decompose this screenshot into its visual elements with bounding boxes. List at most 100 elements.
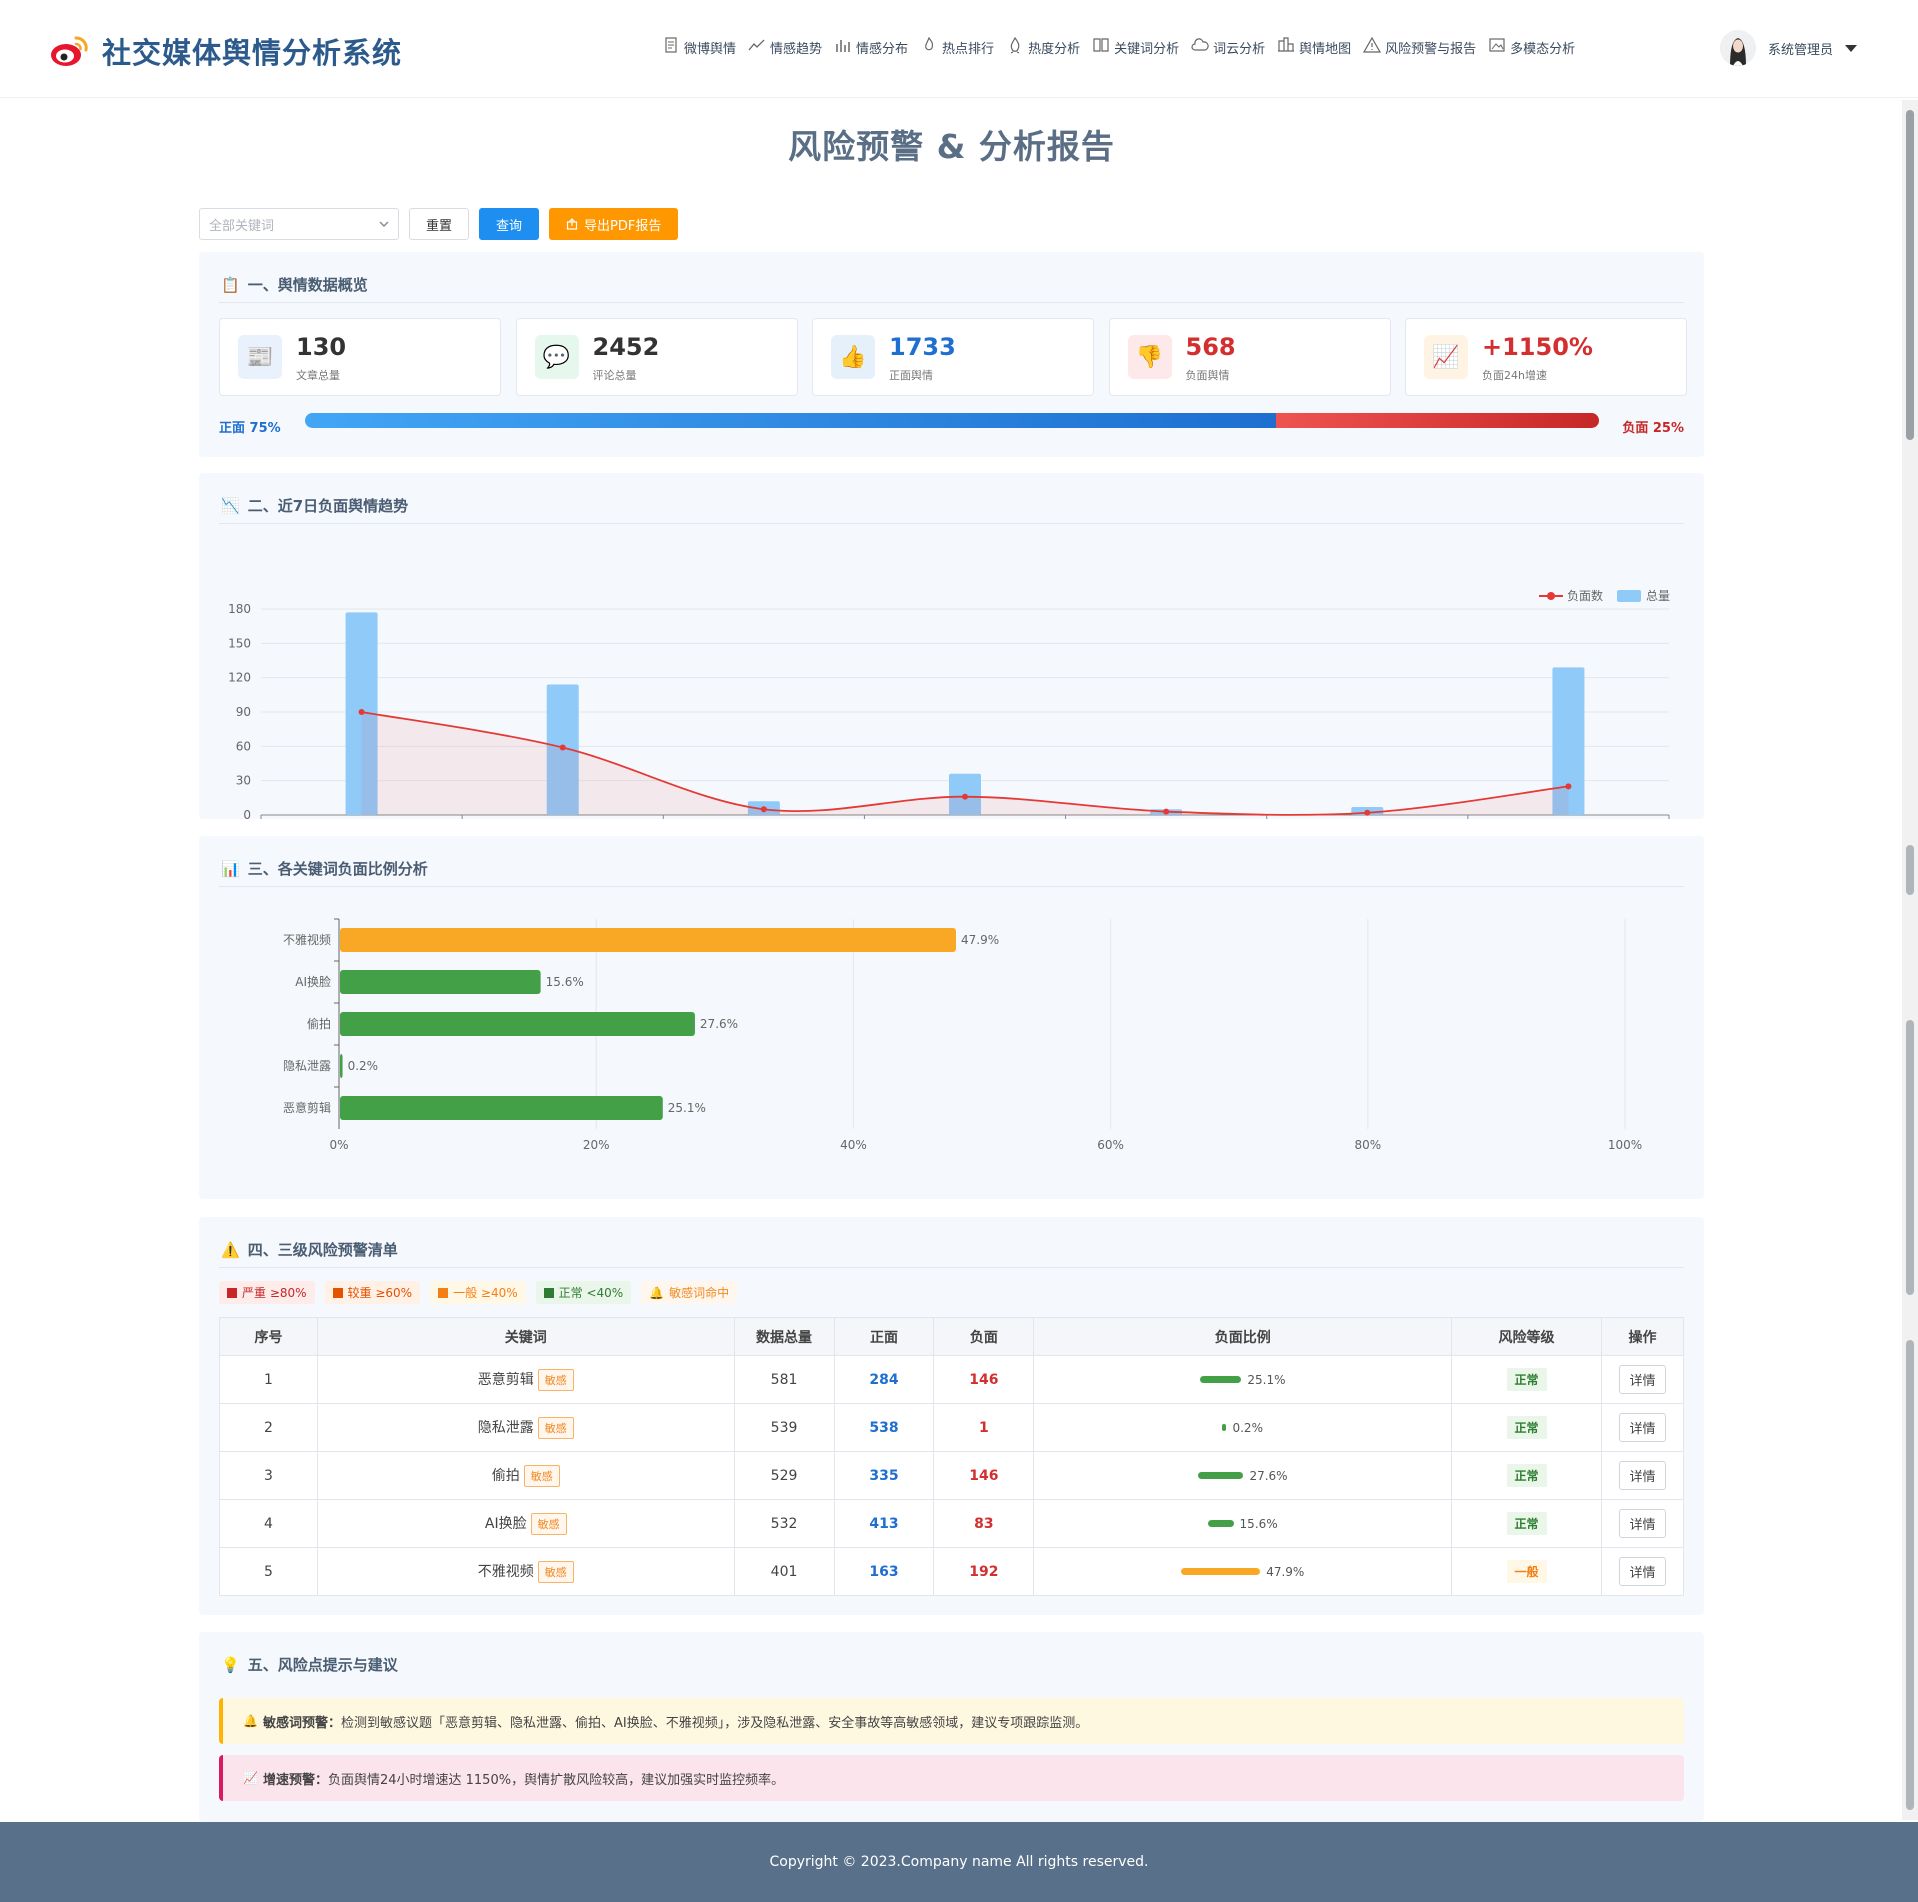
negative-count: 192 [933,1547,1035,1596]
risk-level-badge: 正常 [1506,1512,1547,1535]
action-cell: 详情 [1601,1499,1684,1548]
x-tick-label: 80% [1354,1138,1381,1152]
filter-toolbar: 全部关键词 重置 查询 导出PDF报告 [199,208,679,240]
risk-legend-label: 一般 ≥40% [453,1286,518,1300]
nav-item-6[interactable]: 词云分析 [1191,36,1265,58]
ratio-mini-bar [1181,1568,1261,1575]
risk-level-badge: 正常 [1506,1416,1547,1439]
trend-section: 📉 二、近7日负面舆情趋势 18015012090603002026-04-07… [199,473,1704,819]
y-tick-label: 60 [236,739,251,753]
scroll-thumb[interactable] [1906,110,1914,440]
bar-value-label: 15.6% [546,975,584,989]
nav-item-2[interactable]: 情感分布 [834,36,908,58]
sensitive-tag: 敏感 [537,1560,574,1583]
detail-button[interactable]: 详情 [1619,1413,1666,1442]
table-row: 1 恶意剪辑 敏感 581 284 146 25.1% 正常 详情 [219,1355,1684,1404]
positive-ratio-label: 正面 75% [219,421,281,436]
page-scrollbar[interactable] [1902,100,1918,1820]
trend-chart: 18015012090603002026-04-072026-04-082026… [228,588,1670,819]
ratio-bar [340,970,541,994]
row-index: 1 [219,1355,318,1404]
stat-label: 文章总量 [296,369,340,382]
positive-count: 538 [833,1403,935,1452]
keyword-ratio-section: 📊 三、各关键词负面比例分析 0% 20% 40% 60% 80% 100% 不雅视频 47.… [199,836,1704,1199]
query-button[interactable]: 查询 [479,208,540,240]
tip-text: 负面舆情24小时增速达 1150%，舆情扩散风险较高，建议加强实时监控频率。 [327,1772,785,1788]
nav-item-9[interactable]: 多模态分析 [1488,36,1575,58]
nav-item-0[interactable]: 微博舆情 [662,36,736,58]
tip-item: 📈 增速预警： 负面舆情24小时增速达 1150%，舆情扩散风险较高，建议加强实时监… [219,1755,1684,1801]
risk-level-cell: 正常 [1451,1451,1602,1500]
risk-legend-label: 严重 ≥80% [242,1286,307,1300]
detail-button[interactable]: 详情 [1619,1557,1666,1586]
table-row: 2 隐私泄露 敏感 539 538 1 0.2% 正常 详情 [219,1403,1684,1452]
nav-item-8[interactable]: 风险预警与报告 [1363,36,1476,58]
table-header: 负面比例 [1033,1317,1453,1356]
stat-card: 👎 568 负面舆情 [1108,318,1391,396]
nav-item-5[interactable]: 关键词分析 [1092,36,1179,58]
legend-point-marker [1547,592,1555,600]
y-tick-label: 150 [228,636,251,650]
y-tick-label: 180 [228,602,251,616]
keyword-cell: 偷拍 敏感 [316,1451,735,1500]
keyword-cell: AI换脸 敏感 [316,1499,735,1548]
app-title: 社交媒体舆情分析系统 [102,36,403,70]
keyword-select[interactable]: 全部关键词 [199,208,399,240]
risk-legend-item: 正常 <40% [535,1281,632,1304]
clipboard-icon: 📋 [221,275,240,294]
bell-icon: 🔔 [243,1714,258,1728]
sensitive-tag: 敏感 [537,1368,574,1391]
ratio-bar [340,1096,663,1120]
keyword: 偷拍 [491,1467,520,1484]
stat-card: 📈 +1150% 负面24h增速 [1405,318,1687,396]
chart-legend: 负面数 总量 [1539,588,1670,603]
nav-item-label: 情感趋势 [770,41,823,57]
x-tick-label: 60% [1097,1138,1124,1152]
ratio-cell: 15.6% [1033,1499,1453,1548]
nav-item-1[interactable]: 情感趋势 [748,36,822,58]
user-menu[interactable]: 系统管理员 [1720,30,1858,66]
keyword-cell: 隐私泄露 敏感 [316,1403,735,1452]
bar-value-label: 27.6% [700,1017,738,1031]
row-index: 2 [219,1403,318,1452]
stat-value: 568 [1185,333,1236,361]
overview-section: 📋 一、舆情数据概览 📰 130 文章总量 💬 2452 评论总量 👍 1733 正面舆情 👎 56… [199,252,1704,457]
detail-button[interactable]: 详情 [1619,1509,1666,1538]
nav-item-7[interactable]: 舆情地图 [1277,36,1351,58]
color-swatch [438,1287,449,1298]
sensitive-tag: 敏感 [523,1464,560,1487]
risk-legend-item: 🔔 敏感词命中 [641,1281,738,1304]
table-header: 风险等级 [1451,1317,1602,1356]
export-pdf-button[interactable]: 导出PDF报告 [549,208,679,240]
keyword-cell: 恶意剪辑 敏感 [316,1355,735,1404]
keyword: 恶意剪辑 [477,1371,534,1388]
table-row: 3 偷拍 敏感 529 335 146 27.6% 正常 详情 [219,1451,1684,1500]
y-tick-label: 偷拍 [307,1016,331,1031]
ratio-cell: 25.1% [1033,1355,1453,1404]
stat-label: 评论总量 [592,369,637,382]
risk-level-cell: 一般 [1451,1547,1602,1596]
nav-item-3[interactable]: 热点排行 [920,36,994,58]
negative-point [1163,808,1170,815]
reset-button[interactable]: 重置 [409,208,470,240]
table-header: 负面 [933,1317,1035,1356]
detail-button[interactable]: 详情 [1619,1461,1666,1490]
risk-legend-label: 较重 ≥60% [347,1286,413,1300]
action-cell: 详情 [1601,1451,1684,1500]
positive-count: 284 [833,1355,935,1404]
stat-value: +1150% [1482,333,1593,361]
trend-title: 📉 二、近7日负面舆情趋势 [221,496,409,516]
app-logo[interactable]: 社交媒体舆情分析系统 [50,30,402,72]
y-tick-label: 恶意剪辑 [283,1100,331,1115]
copyright-text: Copyright © 2023.Company name All rights… [769,1854,1149,1870]
keyword: 隐私泄露 [477,1419,534,1436]
book-icon [1092,36,1110,58]
ratio-label: 47.9% [1266,1564,1305,1579]
weibo-logo-icon [51,36,88,66]
export-icon [566,218,578,230]
nav-item-4[interactable]: 热度分析 [1006,36,1080,58]
total-count: 532 [733,1499,835,1548]
flame-icon [920,36,938,58]
detail-button[interactable]: 详情 [1619,1365,1666,1394]
nav-item-label: 词云分析 [1213,41,1266,57]
